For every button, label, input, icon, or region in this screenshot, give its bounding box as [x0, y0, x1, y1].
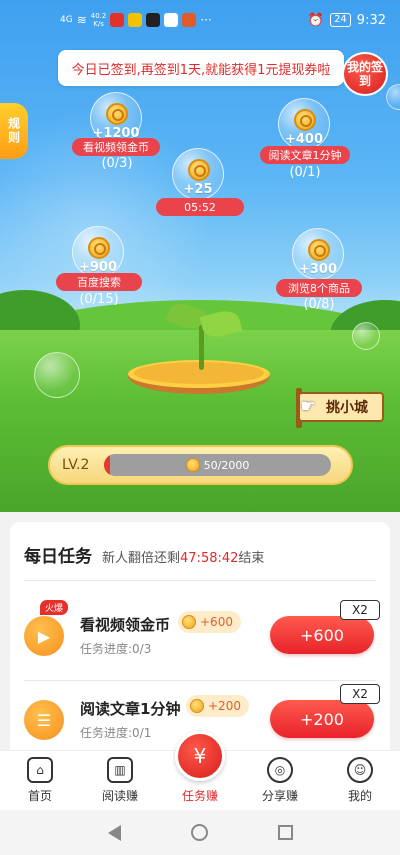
- recent-apps-icon[interactable]: [277, 825, 293, 840]
- home-circle-icon[interactable]: [190, 824, 208, 841]
- book-icon: ▥: [107, 757, 133, 783]
- bubble-label: 阅读文章1分钟: [260, 146, 350, 164]
- more-notifications: ···: [200, 13, 212, 27]
- level-label: LV.2: [62, 457, 90, 473]
- level-progress-text: 50/2000: [203, 458, 250, 472]
- task-reward-badge: +200: [186, 695, 249, 717]
- bubble-amount: +25: [183, 182, 213, 197]
- decor-bubble: [386, 84, 400, 110]
- hot-badge: 火爆: [40, 600, 69, 615]
- yuan-icon[interactable]: ¥: [175, 731, 225, 781]
- app-notification-icon: [128, 13, 143, 27]
- bubble-label: 百度搜索: [56, 273, 142, 291]
- bubble-progress: (0/15): [79, 292, 119, 307]
- home-icon: ⌂: [27, 757, 53, 783]
- task-reward-value: +600: [200, 615, 233, 629]
- share-icon: ◎: [267, 757, 293, 783]
- play-icon: ▶: [24, 616, 64, 656]
- task-row-video: ▶ 火爆 看视频领金币 +600 任务进度:0/3 +600 X2: [10, 600, 390, 680]
- nav-label: 阅读赚: [101, 789, 138, 803]
- reward-bubble-browse[interactable]: +300: [292, 228, 344, 280]
- wifi-icon: ≋: [76, 13, 87, 27]
- coin-icon: [294, 109, 316, 131]
- network-speed-value: 40.2: [90, 12, 107, 20]
- coin-icon: [182, 615, 196, 629]
- level-progress-track: 50/2000: [104, 454, 331, 476]
- divider: [24, 580, 376, 581]
- subtitle-suffix: 结束: [238, 551, 265, 566]
- sign-in-banner: 今日已签到,再签到1天,就能获得1元提现券啦: [58, 50, 344, 86]
- nav-share[interactable]: ◎ 分享赚: [240, 751, 320, 810]
- nav-label: 分享赚: [261, 789, 298, 803]
- coin-icon: [190, 699, 204, 713]
- level-bar: LV.2 50/2000: [48, 445, 353, 485]
- claim-video-button[interactable]: +600: [270, 616, 374, 654]
- reward-bubble-timer[interactable]: +25: [172, 148, 224, 200]
- document-icon: ☰: [24, 700, 64, 740]
- reward-bubble-read[interactable]: +400: [278, 98, 330, 150]
- coin-icon: [106, 103, 128, 125]
- task-name: 看视频领金币: [80, 616, 171, 634]
- daily-tasks-subtitle: 新人翻倍还剩47:58:42结束: [102, 547, 264, 566]
- reward-bubble-search[interactable]: +900: [72, 226, 124, 278]
- decor-bubble: [34, 352, 80, 398]
- system-navigation-bar: [0, 810, 400, 855]
- nav-home[interactable]: ⌂ 首页: [0, 751, 80, 810]
- claim-read-button[interactable]: +200: [270, 700, 374, 738]
- app-notification-icon: [146, 13, 161, 27]
- daily-tasks-title: 每日任务: [24, 547, 92, 567]
- task-reward-value: +200: [208, 699, 241, 713]
- coin-icon: [308, 239, 330, 261]
- nav-tasks[interactable]: ¥ 任务赚: [160, 731, 240, 810]
- battery-icon: 24: [330, 13, 351, 27]
- shop-sign-label: 挑小城: [326, 400, 368, 416]
- nav-label: 任务赚: [181, 789, 218, 803]
- my-sign-in-button[interactable]: 我的签到: [342, 52, 388, 96]
- task-name: 阅读文章1分钟: [80, 700, 181, 718]
- task-reward-badge: +600: [178, 611, 241, 633]
- pointing-hand-icon: ☛: [300, 396, 317, 417]
- double-multiplier-badge: X2: [340, 600, 380, 620]
- signal-icon: 4G: [60, 15, 73, 25]
- app-notification-icon: [182, 13, 197, 27]
- app-notification-icon: [164, 13, 179, 27]
- coin-icon: [88, 237, 110, 259]
- countdown-timer: 47:58:42: [180, 551, 239, 566]
- network-speed-unit: K/s: [93, 20, 104, 28]
- profile-icon: ☺: [347, 757, 373, 783]
- network-speed: 40.2 K/s: [91, 12, 107, 28]
- nav-profile[interactable]: ☺ 我的: [320, 751, 400, 810]
- bubble-progress: (0/1): [289, 165, 321, 180]
- status-bar: 4G ≋ 40.2 K/s ··· ⏰ 24 9:32: [0, 0, 400, 40]
- daily-tasks-card: 每日任务 新人翻倍还剩47:58:42结束 ▶ 火爆 看视频领金币 +600 任…: [10, 522, 390, 762]
- coin-icon: [188, 159, 210, 181]
- coin-icon: [185, 458, 200, 472]
- bubble-label: 浏览8个商品: [276, 279, 362, 297]
- app-notification-icon: [110, 13, 125, 27]
- bubble-progress: (0/8): [303, 297, 335, 312]
- reward-bubble-video[interactable]: +1200: [90, 92, 142, 144]
- double-multiplier-badge: X2: [340, 684, 380, 704]
- nav-read[interactable]: ▥ 阅读赚: [80, 751, 160, 810]
- bubble-progress: (0/3): [101, 156, 133, 171]
- task-progress: 任务进度:0/3: [80, 642, 152, 656]
- clock: 9:32: [356, 12, 386, 28]
- back-icon[interactable]: [107, 824, 121, 841]
- divider: [24, 680, 376, 681]
- bubble-label: 看视频领金币: [72, 138, 160, 156]
- decor-bubble: [352, 322, 380, 350]
- bubble-amount: +400: [284, 132, 324, 147]
- bottom-navigation: ⌂ 首页 ▥ 阅读赚 ¥ 任务赚 ◎ 分享赚 ☺ 我的: [0, 731, 400, 810]
- alarm-icon: ⏰: [307, 12, 325, 28]
- bubble-timer-label: 05:52: [156, 198, 244, 216]
- bubble-amount: +300: [298, 262, 338, 277]
- subtitle-prefix: 新人翻倍还剩: [102, 551, 181, 566]
- nav-label: 我的: [347, 789, 372, 803]
- rules-button[interactable]: 规则: [0, 103, 28, 159]
- task-progress: 任务进度:0/1: [80, 726, 152, 740]
- nav-label: 首页: [27, 789, 52, 803]
